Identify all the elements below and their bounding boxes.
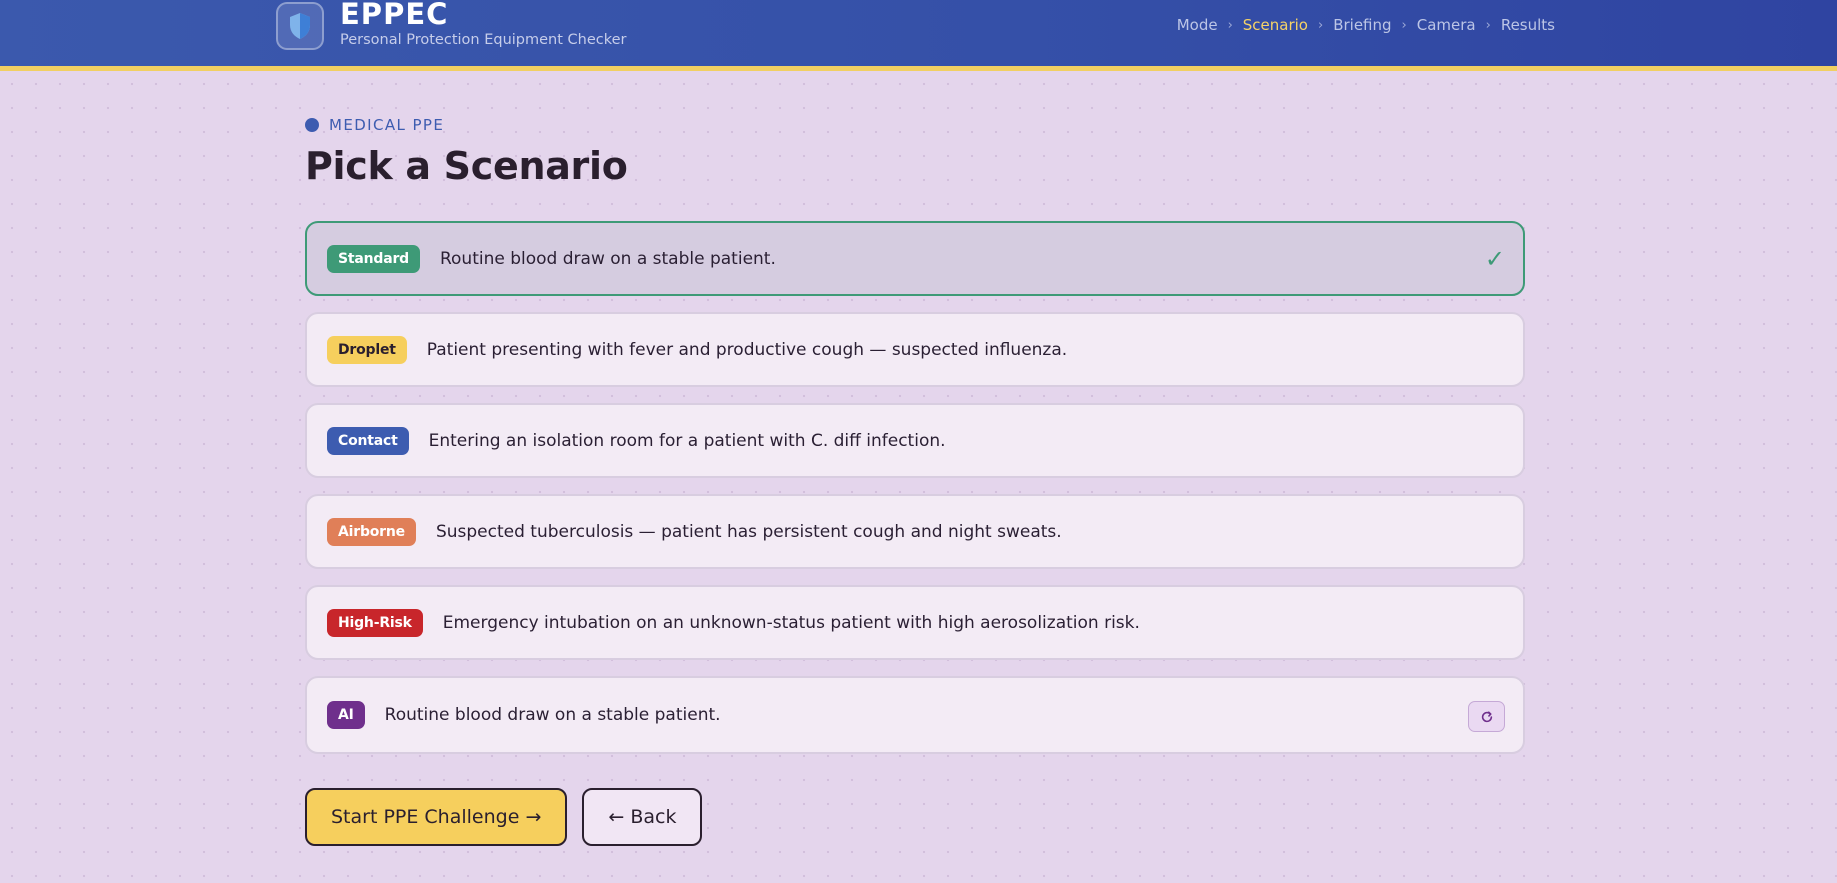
breadcrumb-separator: › xyxy=(1485,17,1491,33)
app-subtitle: Personal Protection Equipment Checker xyxy=(340,32,627,48)
scenario-card-standard[interactable]: Standard Routine blood draw on a stable … xyxy=(305,221,1525,296)
scenario-tag: AI xyxy=(327,701,365,729)
step-mode[interactable]: Mode xyxy=(1177,16,1218,34)
scenario-tag: Airborne xyxy=(327,517,416,546)
scenario-description: Routine blood draw on a stable patient. xyxy=(384,705,721,725)
scenario-description: Routine blood draw on a stable patient. xyxy=(439,248,776,269)
step-breadcrumb: Mode › Scenario › Briefing › Camera › Re… xyxy=(1177,16,1555,34)
logo[interactable] xyxy=(276,2,324,50)
scenario-tag: Droplet xyxy=(327,335,407,364)
scenario-card-airborne[interactable]: Airborne Suspected tuberculosis — patien… xyxy=(305,494,1525,569)
breadcrumb-separator: › xyxy=(1227,17,1233,33)
step-results[interactable]: Results xyxy=(1501,16,1555,34)
scenario-card-high-risk[interactable]: High-Risk Emergency intubation on an unk… xyxy=(305,585,1525,660)
shield-icon xyxy=(290,13,310,39)
app-title: EPPEC xyxy=(340,0,449,31)
back-button[interactable]: ← Back xyxy=(582,788,703,846)
scenario-description: Entering an isolation room for a patient… xyxy=(428,430,946,451)
scenario-card-contact[interactable]: Contact Entering an isolation room for a… xyxy=(305,403,1525,478)
action-bar: Start PPE Challenge → ← Back xyxy=(305,788,703,846)
scenario-card-droplet[interactable]: Droplet Patient presenting with fever an… xyxy=(305,312,1525,387)
top-bar: EPPEC Personal Protection Equipment Chec… xyxy=(0,0,1837,71)
scenario-description: Emergency intubation on an unknown-statu… xyxy=(442,612,1140,633)
step-scenario[interactable]: Scenario xyxy=(1243,16,1308,34)
step-briefing[interactable]: Briefing xyxy=(1333,16,1391,34)
scenario-tag: Standard xyxy=(327,244,420,273)
eyebrow-dot-icon xyxy=(305,118,319,132)
checkmark-icon: ✓ xyxy=(1484,245,1505,273)
breadcrumb-separator: › xyxy=(1401,17,1407,33)
scenario-tag: High-Risk xyxy=(327,608,423,637)
scenario-description: Suspected tuberculosis — patient has per… xyxy=(435,521,1062,542)
breadcrumb-separator: › xyxy=(1318,17,1324,33)
scenario-card-ai[interactable]: AI Routine blood draw on a stable patien… xyxy=(305,676,1525,754)
scenario-list: Standard Routine blood draw on a stable … xyxy=(305,221,1525,770)
scenario-description: Patient presenting with fever and produc… xyxy=(426,339,1068,360)
start-challenge-button[interactable]: Start PPE Challenge → xyxy=(305,788,568,846)
refresh-icon xyxy=(1481,710,1492,722)
regenerate-button[interactable] xyxy=(1468,701,1505,732)
scenario-tag: Contact xyxy=(327,426,409,455)
step-camera[interactable]: Camera xyxy=(1417,16,1476,34)
page-title: Pick a Scenario xyxy=(305,144,628,188)
eyebrow-label: MEDICAL PPE xyxy=(329,116,445,134)
section-eyebrow: MEDICAL PPE xyxy=(305,116,444,134)
